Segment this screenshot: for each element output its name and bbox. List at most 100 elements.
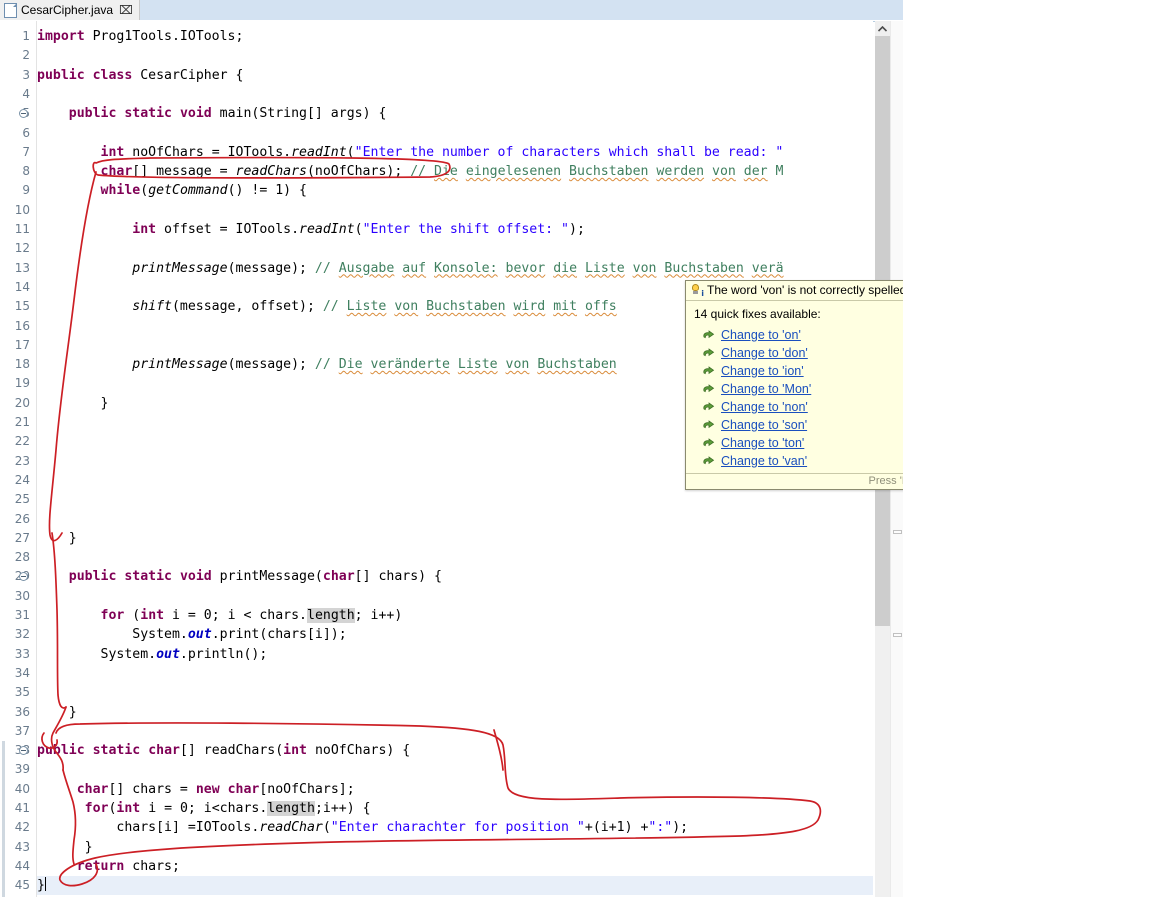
code-line[interactable]: public static void printMessage(char[] c…	[37, 567, 442, 586]
quickfix-arrow-icon	[702, 455, 715, 467]
current-line-highlight	[37, 876, 873, 896]
screen: CesarCipher.java ⌧ 123456789101112131415…	[0, 0, 1152, 897]
line-number: 20	[14, 395, 30, 410]
line-number: 6	[22, 125, 30, 140]
scrollbar-track[interactable]	[875, 626, 890, 897]
quickfix-count-label: 14 quick fixes available:	[694, 307, 821, 321]
overview-marker[interactable]	[893, 530, 902, 534]
line-number: 32	[14, 627, 30, 642]
line-number: 35	[14, 685, 30, 700]
quickfix-link[interactable]: Change to 'ion'	[721, 364, 804, 378]
line-number: 24	[14, 472, 30, 487]
line-number: 12	[14, 241, 30, 256]
quickfix-arrow-icon	[702, 365, 715, 377]
code-line[interactable]: printMessage(message); // Die veränderte…	[37, 355, 616, 374]
code-line[interactable]: char[] chars = new char[noOfChars];	[37, 780, 355, 799]
code-line[interactable]: printMessage(message); // Ausgabe auf Ko…	[37, 259, 783, 278]
line-number: 21	[14, 415, 30, 429]
quickfix-item[interactable]: Change to 'non'	[694, 398, 903, 416]
code-line[interactable]: while(getCommand() != 1) {	[37, 181, 307, 200]
quickfix-hover-popup[interactable]: i The word 'von' is not correctly spelle…	[685, 280, 903, 490]
tab-bar-empty-area	[118, 0, 903, 20]
quickfix-title-row: i The word 'von' is not correctly spelle…	[686, 281, 903, 301]
line-number: 23	[14, 453, 30, 468]
line-number: 1	[22, 29, 30, 43]
line-number: 10	[14, 202, 30, 217]
quickfix-arrow-icon	[702, 329, 715, 341]
quickfix-item[interactable]: Change to 'Mon'	[694, 380, 903, 398]
code-line[interactable]: }	[37, 876, 46, 895]
code-line[interactable]: int offset = IOTools.readInt("Enter the …	[37, 220, 585, 239]
text-caret	[44, 877, 46, 892]
line-number: 36	[14, 704, 30, 719]
line-number: 7	[22, 144, 30, 159]
code-line[interactable]: for(int i = 0; i<chars.length;i++) {	[37, 799, 371, 818]
line-number: 13	[14, 260, 30, 275]
java-file-icon	[4, 2, 17, 18]
code-line[interactable]: shift(message, offset); // Liste von Buc…	[37, 297, 616, 316]
code-line[interactable]: int noOfChars = IOTools.readInt("Enter t…	[37, 143, 784, 162]
close-icon[interactable]: ⌧	[119, 0, 133, 20]
code-line[interactable]: }	[37, 529, 77, 548]
line-number: 15	[14, 299, 30, 314]
quickfix-item[interactable]: Change to 'ton'	[694, 434, 903, 452]
lightbulb-info-icon: i	[691, 284, 704, 298]
line-number: 19	[14, 376, 30, 391]
quickfix-link[interactable]: Change to 'son'	[721, 418, 807, 432]
quickfix-link[interactable]: Change to 'on'	[721, 328, 801, 342]
quickfix-item[interactable]: Change to 'don'	[694, 344, 903, 362]
quickfix-link[interactable]: Change to 'non'	[721, 400, 808, 414]
code-line[interactable]: System.out.print(chars[i]);	[37, 625, 346, 644]
quickfix-list[interactable]: Change to 'on' Change to 'don' Change to '…	[694, 326, 903, 470]
line-number: 25	[14, 492, 30, 507]
line-number: 8	[22, 164, 30, 179]
line-number: 34	[14, 665, 30, 680]
line-number: 2	[22, 48, 30, 63]
code-line[interactable]: import Prog1Tools.IOTools;	[37, 27, 243, 46]
code-line[interactable]: public static char[] readChars(int noOfC…	[37, 741, 410, 760]
code-line[interactable]: }	[37, 703, 77, 722]
line-number: 9	[22, 183, 30, 198]
line-number: 4	[22, 86, 30, 101]
tab-label: CesarCipher.java	[21, 3, 114, 17]
change-bar	[2, 741, 5, 897]
line-number: 31	[14, 608, 30, 622]
line-number: 3	[22, 67, 30, 82]
line-number: 28	[14, 550, 30, 565]
editor-tab-bar: CesarCipher.java ⌧	[0, 0, 903, 22]
quickfix-arrow-icon	[702, 401, 715, 413]
line-number: 26	[14, 511, 30, 526]
code-line[interactable]: chars[i] =IOTools.readChar("Enter charac…	[37, 818, 688, 837]
quickfix-link[interactable]: Change to 'don'	[721, 346, 808, 360]
code-line[interactable]: public static void main(String[] args) {	[37, 104, 387, 123]
line-number: 11	[14, 222, 30, 236]
quickfix-arrow-icon	[702, 347, 715, 359]
quickfix-link[interactable]: Change to 'Mon'	[721, 382, 811, 396]
line-number: 37	[14, 723, 30, 738]
code-line[interactable]: public class CesarCipher {	[37, 66, 243, 85]
quickfix-arrow-icon	[702, 419, 715, 431]
quickfix-link[interactable]: Change to 'van'	[721, 454, 807, 468]
quickfix-item[interactable]: Change to 'on'	[694, 326, 903, 344]
quickfix-item[interactable]: Change to 'son'	[694, 416, 903, 434]
quickfix-item[interactable]: Change to 'van'	[694, 452, 903, 470]
quickfix-arrow-icon	[702, 437, 715, 449]
line-number: 27	[14, 530, 30, 545]
line-number: 14	[14, 279, 30, 294]
eclipse-editor-window: CesarCipher.java ⌧ 123456789101112131415…	[0, 0, 903, 897]
overview-marker[interactable]	[893, 633, 902, 637]
code-line[interactable]: }	[37, 838, 93, 857]
quickfix-title-text: The word 'von' is not correctly spelled	[707, 283, 903, 297]
code-line[interactable]: System.out.println();	[37, 645, 268, 664]
code-line[interactable]: return chars;	[37, 857, 180, 876]
line-number: 33	[14, 646, 30, 661]
tab-cesarcipher-java[interactable]: CesarCipher.java ⌧	[0, 0, 140, 20]
quickfix-link[interactable]: Change to 'ton'	[721, 436, 804, 450]
quickfix-arrow-icon	[702, 383, 715, 395]
line-number: 22	[14, 434, 30, 449]
code-line[interactable]: char[] message = readChars(noOfChars); /…	[37, 162, 784, 181]
scroll-up-arrow-icon[interactable]	[875, 21, 890, 36]
code-line[interactable]: for (int i = 0; i < chars.length; i++)	[37, 606, 402, 625]
quickfix-item[interactable]: Change to 'ion'	[694, 362, 903, 380]
code-line[interactable]: }	[37, 394, 109, 413]
